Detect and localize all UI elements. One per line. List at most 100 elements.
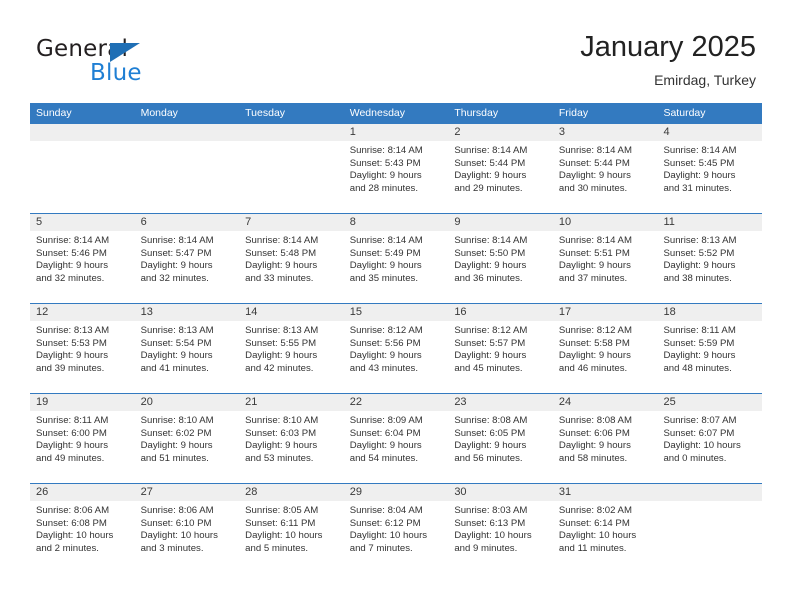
week-row: 12 Sunrise: 8:13 AM Sunset: 5:53 PM Dayl… — [30, 303, 763, 393]
daylight-text-line2: and 39 minutes. — [36, 362, 105, 374]
sunset-text: Sunset: 5:52 PM — [663, 247, 735, 259]
day-cell[interactable]: 17 Sunrise: 8:12 AM Sunset: 5:58 PM Dayl… — [552, 304, 658, 393]
day-number: 21 — [239, 394, 344, 411]
sunrise-text: Sunrise: 8:02 AM — [558, 505, 632, 516]
day-number — [134, 124, 240, 141]
day-cell[interactable]: 18 Sunrise: 8:11 AM Sunset: 5:59 PM Dayl… — [657, 304, 763, 393]
day-details: Sunrise: 8:10 AM Sunset: 6:03 PM Dayligh… — [239, 411, 344, 465]
daylight-text-line1: Daylight: 9 hours — [245, 350, 318, 362]
sunrise-text: Sunrise: 8:07 AM — [663, 415, 737, 426]
day-cell[interactable]: 1 Sunrise: 8:14 AM Sunset: 5:43 PM Dayli… — [343, 124, 449, 213]
page-title: January 2025 — [580, 31, 756, 63]
day-cell[interactable] — [239, 124, 344, 213]
day-details: Sunrise: 8:06 AM Sunset: 6:10 PM Dayligh… — [135, 501, 240, 555]
day-number: 13 — [134, 304, 240, 321]
day-cell[interactable]: 26 Sunrise: 8:06 AM Sunset: 6:08 PM Dayl… — [30, 484, 135, 573]
sunset-text: Sunset: 5:46 PM — [36, 247, 107, 259]
week-row: 26 Sunrise: 8:06 AM Sunset: 6:08 PM Dayl… — [30, 483, 763, 573]
day-cell[interactable]: 23 Sunrise: 8:08 AM Sunset: 6:05 PM Dayl… — [448, 394, 553, 483]
sunset-text: Sunset: 6:08 PM — [36, 517, 107, 529]
weekday-header-sunday: Sunday — [36, 107, 72, 119]
day-details: Sunrise: 8:12 AM Sunset: 5:56 PM Dayligh… — [344, 321, 449, 375]
daylight-text-line1: Daylight: 9 hours — [349, 260, 422, 272]
sunset-text: Sunset: 6:14 PM — [558, 517, 630, 529]
day-cell[interactable]: 11 Sunrise: 8:13 AM Sunset: 5:52 PM Dayl… — [657, 214, 763, 303]
day-cell[interactable]: 25 Sunrise: 8:07 AM Sunset: 6:07 PM Dayl… — [657, 394, 763, 483]
day-cell[interactable]: 13 Sunrise: 8:13 AM Sunset: 5:54 PM Dayl… — [134, 304, 240, 393]
day-details: Sunrise: 8:03 AM Sunset: 6:13 PM Dayligh… — [448, 501, 553, 555]
day-details: Sunrise: 8:14 AM Sunset: 5:47 PM Dayligh… — [135, 231, 240, 285]
daylight-text-line1: Daylight: 10 hours — [663, 440, 741, 452]
day-cell[interactable]: 24 Sunrise: 8:08 AM Sunset: 6:06 PM Dayl… — [552, 394, 658, 483]
day-cell[interactable]: 2 Sunrise: 8:14 AM Sunset: 5:44 PM Dayli… — [448, 124, 553, 213]
daylight-text-line2: and 28 minutes. — [349, 182, 419, 194]
day-number: 24 — [552, 394, 658, 411]
daylight-text-line1: Daylight: 9 hours — [36, 440, 108, 452]
sunset-text: Sunset: 5:49 PM — [349, 247, 421, 259]
day-details: Sunrise: 8:05 AM Sunset: 6:11 PM Dayligh… — [239, 501, 344, 555]
sunrise-text: Sunrise: 8:06 AM — [140, 505, 214, 516]
calendar-grid: Sunday Monday Tuesday Wednesday Thursday… — [30, 103, 763, 573]
day-cell[interactable]: 28 Sunrise: 8:05 AM Sunset: 6:11 PM Dayl… — [239, 484, 344, 573]
day-details: Sunrise: 8:07 AM Sunset: 6:07 PM Dayligh… — [657, 411, 762, 465]
day-cell[interactable]: 20 Sunrise: 8:10 AM Sunset: 6:02 PM Dayl… — [134, 394, 240, 483]
day-details: Sunrise: 8:14 AM Sunset: 5:48 PM Dayligh… — [239, 231, 344, 285]
day-cell[interactable]: 3 Sunrise: 8:14 AM Sunset: 5:44 PM Dayli… — [552, 124, 658, 213]
day-cell[interactable]: 22 Sunrise: 8:09 AM Sunset: 6:04 PM Dayl… — [343, 394, 449, 483]
day-details: Sunrise: 8:12 AM Sunset: 5:57 PM Dayligh… — [448, 321, 553, 375]
day-cell[interactable]: 6 Sunrise: 8:14 AM Sunset: 5:47 PM Dayli… — [134, 214, 240, 303]
daylight-text-line1: Daylight: 9 hours — [454, 440, 527, 452]
day-cell[interactable]: 5 Sunrise: 8:14 AM Sunset: 5:46 PM Dayli… — [30, 214, 135, 303]
day-cell[interactable]: 21 Sunrise: 8:10 AM Sunset: 6:03 PM Dayl… — [239, 394, 344, 483]
day-number: 10 — [552, 214, 658, 231]
day-cell[interactable]: 4 Sunrise: 8:14 AM Sunset: 5:45 PM Dayli… — [657, 124, 763, 213]
day-cell[interactable]: 10 Sunrise: 8:14 AM Sunset: 5:51 PM Dayl… — [552, 214, 658, 303]
day-number — [30, 124, 135, 141]
day-cell[interactable]: 16 Sunrise: 8:12 AM Sunset: 5:57 PM Dayl… — [448, 304, 553, 393]
daylight-text-line2: and 54 minutes. — [349, 452, 419, 464]
day-cell[interactable]: 12 Sunrise: 8:13 AM Sunset: 5:53 PM Dayl… — [30, 304, 135, 393]
day-cell[interactable] — [30, 124, 135, 213]
day-details: Sunrise: 8:13 AM Sunset: 5:52 PM Dayligh… — [657, 231, 762, 285]
day-cell[interactable]: 19 Sunrise: 8:11 AM Sunset: 6:00 PM Dayl… — [30, 394, 135, 483]
day-cell[interactable]: 29 Sunrise: 8:04 AM Sunset: 6:12 PM Dayl… — [343, 484, 449, 573]
day-cell[interactable]: 8 Sunrise: 8:14 AM Sunset: 5:49 PM Dayli… — [343, 214, 449, 303]
sunrise-text: Sunrise: 8:10 AM — [245, 415, 319, 426]
day-cell[interactable] — [657, 484, 763, 573]
daylight-text-line2: and 0 minutes. — [663, 452, 727, 464]
sunrise-text: Sunrise: 8:12 AM — [349, 325, 423, 336]
daylight-text-line1: Daylight: 9 hours — [140, 350, 213, 362]
sunset-text: Sunset: 5:59 PM — [663, 337, 735, 349]
daylight-text-line2: and 38 minutes. — [663, 272, 732, 284]
day-cell[interactable] — [134, 124, 240, 213]
sunset-text: Sunset: 6:06 PM — [558, 427, 630, 439]
day-number: 5 — [30, 214, 135, 231]
day-cell[interactable]: 9 Sunrise: 8:14 AM Sunset: 5:50 PM Dayli… — [448, 214, 553, 303]
day-number: 27 — [134, 484, 240, 501]
day-cell[interactable]: 14 Sunrise: 8:13 AM Sunset: 5:55 PM Dayl… — [239, 304, 344, 393]
day-number: 15 — [343, 304, 449, 321]
day-number: 1 — [343, 124, 449, 141]
sunrise-text: Sunrise: 8:08 AM — [454, 415, 528, 426]
day-number: 11 — [657, 214, 763, 231]
day-cell[interactable]: 30 Sunrise: 8:03 AM Sunset: 6:13 PM Dayl… — [448, 484, 553, 573]
daylight-text-line1: Daylight: 9 hours — [663, 170, 736, 182]
sunrise-text: Sunrise: 8:14 AM — [558, 235, 632, 246]
daylight-text-line2: and 56 minutes. — [454, 452, 523, 464]
sunset-text: Sunset: 5:54 PM — [140, 337, 212, 349]
day-details: Sunrise: 8:09 AM Sunset: 6:04 PM Dayligh… — [344, 411, 449, 465]
day-details: Sunrise: 8:14 AM Sunset: 5:50 PM Dayligh… — [448, 231, 553, 285]
day-cell[interactable]: 7 Sunrise: 8:14 AM Sunset: 5:48 PM Dayli… — [239, 214, 344, 303]
daylight-text-line2: and 46 minutes. — [558, 362, 628, 374]
daylight-text-line2: and 7 minutes. — [349, 542, 413, 554]
day-cell[interactable]: 15 Sunrise: 8:12 AM Sunset: 5:56 PM Dayl… — [343, 304, 449, 393]
day-cell[interactable]: 31 Sunrise: 8:02 AM Sunset: 6:14 PM Dayl… — [552, 484, 658, 573]
sunrise-text: Sunrise: 8:14 AM — [245, 235, 319, 246]
day-cell[interactable]: 27 Sunrise: 8:06 AM Sunset: 6:10 PM Dayl… — [134, 484, 240, 573]
day-details: Sunrise: 8:08 AM Sunset: 6:05 PM Dayligh… — [448, 411, 553, 465]
daylight-text-line2: and 33 minutes. — [245, 272, 314, 284]
daylight-text-line2: and 53 minutes. — [245, 452, 314, 464]
day-number — [239, 124, 344, 141]
sunrise-text: Sunrise: 8:12 AM — [454, 325, 528, 336]
day-number: 31 — [552, 484, 658, 501]
